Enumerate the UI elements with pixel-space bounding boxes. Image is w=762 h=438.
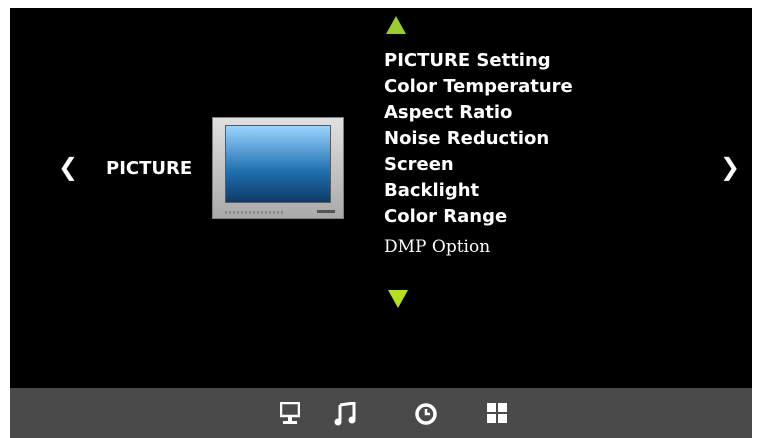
osd-screen — [10, 8, 752, 388]
menu-item-noise-reduction[interactable]: Noise Reduction — [384, 126, 573, 152]
bottom-navigation-bar — [10, 388, 752, 438]
category-label: PICTURE — [106, 158, 193, 179]
menu-item-picture-setting[interactable]: PICTURE Setting — [384, 48, 573, 74]
tv-screen-graphic — [225, 125, 331, 203]
music-icon[interactable] — [334, 402, 356, 426]
menu-item-backlight[interactable]: Backlight — [384, 178, 573, 204]
picture-menu-list: PICTURE Setting Color Temperature Aspect… — [384, 48, 573, 260]
next-category-arrow[interactable]: ❯ — [720, 155, 740, 179]
tv-icon — [212, 117, 344, 219]
scroll-down-arrow-icon[interactable] — [388, 290, 408, 308]
clock-icon[interactable] — [414, 402, 438, 426]
menu-item-aspect-ratio[interactable]: Aspect Ratio — [384, 100, 573, 126]
menu-item-screen[interactable]: Screen — [384, 152, 573, 178]
grid-icon[interactable] — [486, 402, 508, 424]
previous-category-arrow[interactable]: ❮ — [58, 155, 78, 179]
menu-item-color-range[interactable]: Color Range — [384, 204, 573, 230]
tv-speaker-grill — [225, 211, 285, 214]
menu-item-dmp-option[interactable]: DMP Option — [384, 234, 573, 260]
tv-buttons — [317, 210, 335, 213]
monitor-icon[interactable] — [280, 402, 300, 426]
menu-item-color-temperature[interactable]: Color Temperature — [384, 74, 573, 100]
scroll-up-arrow-icon[interactable] — [386, 16, 406, 34]
